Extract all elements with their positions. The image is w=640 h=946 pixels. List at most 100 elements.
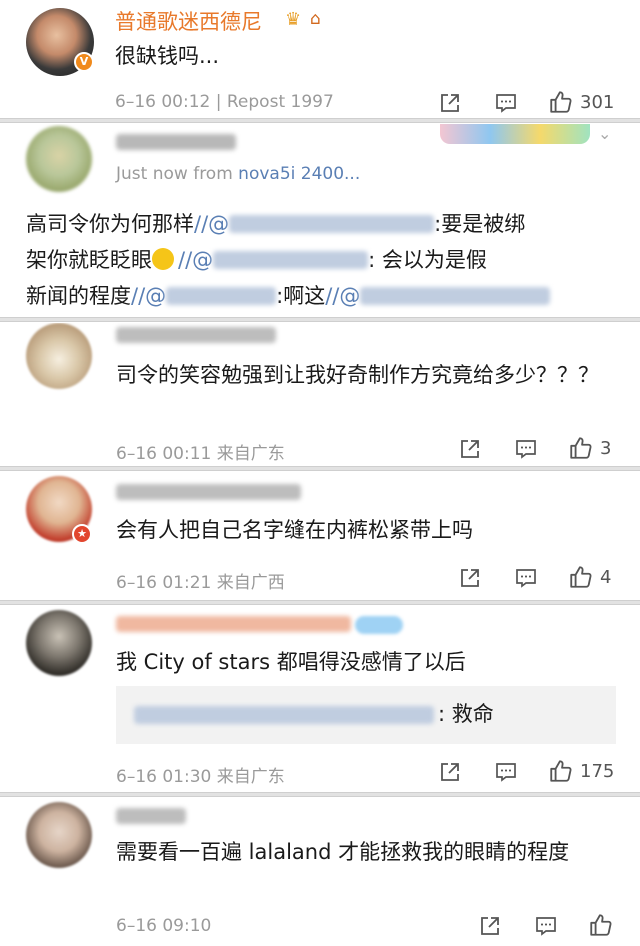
reply-text: : 救命: [438, 702, 494, 726]
comment-text: 需要看一百遍 lalaland 才能拯救我的眼睛的程度: [116, 840, 570, 864]
comment-meta: 6–16 01:21 来自广西: [116, 568, 285, 593]
crown-icon: ♛: [285, 9, 302, 30]
like-button[interactable]: [588, 912, 614, 938]
comment-meta: 6–16 00:11 来自广东: [116, 439, 285, 464]
comment-date: 6–16 01:30: [116, 767, 212, 787]
like-count: 301: [580, 91, 615, 113]
share-button[interactable]: [438, 91, 462, 115]
divider: [0, 118, 640, 123]
comment-meta: 6–16 09:10: [116, 916, 211, 936]
comment-icon: [534, 914, 558, 938]
mention[interactable]: //@: [194, 212, 435, 236]
reply-username[interactable]: [134, 706, 434, 724]
repost-text: 架你就眨眨眼: [26, 248, 152, 272]
post-device[interactable]: nova5i 2400...: [238, 164, 360, 184]
username[interactable]: [116, 327, 276, 343]
comment-button[interactable]: [494, 91, 518, 115]
comment-location: 来自广西: [216, 573, 285, 593]
comment-date: 6–16 00:12: [115, 92, 211, 112]
share-button[interactable]: [478, 914, 502, 938]
comment-text: 我 City of stars 都唱得没感情了以后: [116, 650, 466, 674]
like-icon: [568, 435, 594, 461]
avatar[interactable]: [26, 802, 92, 868]
avatar[interactable]: [26, 126, 92, 192]
comment-button[interactable]: [494, 760, 518, 784]
like-button[interactable]: 175: [548, 758, 614, 784]
laughing-emoji: [152, 248, 174, 270]
promo-banner[interactable]: [440, 124, 590, 144]
repost-line-1: 高司令你为何那样//@:要是被绑: [26, 208, 525, 241]
repost-text: :啊这: [276, 284, 326, 308]
like-icon: [548, 89, 574, 115]
like-icon: [548, 758, 574, 784]
share-icon: [478, 914, 502, 938]
like-icon: [568, 564, 594, 590]
username[interactable]: [116, 808, 186, 824]
share-button[interactable]: [458, 437, 482, 461]
comment-button[interactable]: [534, 914, 558, 938]
share-icon: [458, 566, 482, 590]
username[interactable]: 普通歌迷西德尼: [115, 6, 262, 36]
comment-meta: 6–16 00:12 | Repost 1997: [115, 92, 334, 112]
like-count: 4: [600, 566, 612, 588]
comment-text: 司令的笑容勉强到让我好奇制作方究竟给多少？？？: [116, 363, 599, 387]
mention[interactable]: //@: [131, 284, 277, 308]
level-badge: ★: [72, 524, 92, 544]
comment-icon: [494, 91, 518, 115]
comment-button[interactable]: [514, 437, 538, 461]
verified-badge: V: [74, 52, 94, 72]
divider: [0, 466, 640, 471]
divider: [0, 600, 640, 605]
avatar[interactable]: [26, 610, 92, 676]
comment-button[interactable]: [514, 566, 538, 590]
repost-text: :要是被绑: [434, 212, 526, 236]
comment-date: 6–16 00:11: [116, 444, 212, 464]
repost-text: 新闻的程度: [26, 284, 131, 308]
share-button[interactable]: [438, 760, 462, 784]
comment-card: 司令的笑容勉强到让我好奇制作方究竟给多少？？？ 6–16 00:11 来自广东 …: [0, 323, 640, 468]
post-from: from: [193, 164, 233, 184]
chevron-down-icon[interactable]: ⌄: [598, 124, 611, 143]
divider: [0, 317, 640, 322]
comment-text: 会有人把自己名字缝在内裤松紧带上吗: [116, 518, 473, 542]
share-icon: [458, 437, 482, 461]
repost-text: : 会以为是假: [368, 248, 487, 272]
post-meta: Just now from nova5i 2400...: [116, 164, 360, 184]
repost-count[interactable]: | Repost 1997: [216, 92, 334, 112]
vip-badge: [355, 616, 403, 634]
like-count: 3: [600, 437, 612, 459]
comment-card: 我 City of stars 都唱得没感情了以后 : 救命 6–16 01:3…: [0, 606, 640, 794]
repost-card: ⌄ Just now from nova5i 2400... 高司令你为何那样/…: [0, 124, 640, 319]
comment-location: 来自广东: [216, 444, 285, 464]
repost-line-2: 架你就眨眨眼 //@: 会以为是假: [26, 244, 487, 277]
mention[interactable]: //@: [325, 284, 551, 308]
share-icon: [438, 760, 462, 784]
share-icon: [438, 91, 462, 115]
comment-icon: [494, 760, 518, 784]
comment-date: 6–16 09:10: [116, 916, 212, 936]
repost-line-3: 新闻的程度//@:啊这//@: [26, 280, 551, 313]
mention[interactable]: //@: [178, 248, 369, 272]
username[interactable]: [116, 484, 301, 500]
reply-preview[interactable]: : 救命: [116, 686, 616, 744]
hat-icon: ⌂: [310, 9, 321, 29]
like-count: 175: [580, 760, 615, 782]
divider: [0, 792, 640, 797]
avatar[interactable]: [26, 323, 92, 389]
comment-text: 很缺钱吗...: [115, 44, 220, 68]
like-button[interactable]: 4: [568, 564, 611, 590]
comment-card: V 普通歌迷西德尼 ♛ ⌂ 很缺钱吗... 6–16 00:12 | Repos…: [0, 0, 640, 120]
share-button[interactable]: [458, 566, 482, 590]
post-time: Just now: [116, 164, 188, 184]
comment-location: 来自广东: [216, 767, 285, 787]
like-icon: [588, 912, 614, 938]
like-button[interactable]: 3: [568, 435, 611, 461]
username[interactable]: [116, 616, 351, 632]
comment-meta: 6–16 01:30 来自广东: [116, 762, 285, 787]
comment-icon: [514, 437, 538, 461]
repost-text: 高司令你为何那样: [26, 212, 194, 236]
like-button[interactable]: 301: [548, 89, 614, 115]
comment-icon: [514, 566, 538, 590]
comment-date: 6–16 01:21: [116, 573, 212, 593]
username[interactable]: [116, 134, 236, 150]
